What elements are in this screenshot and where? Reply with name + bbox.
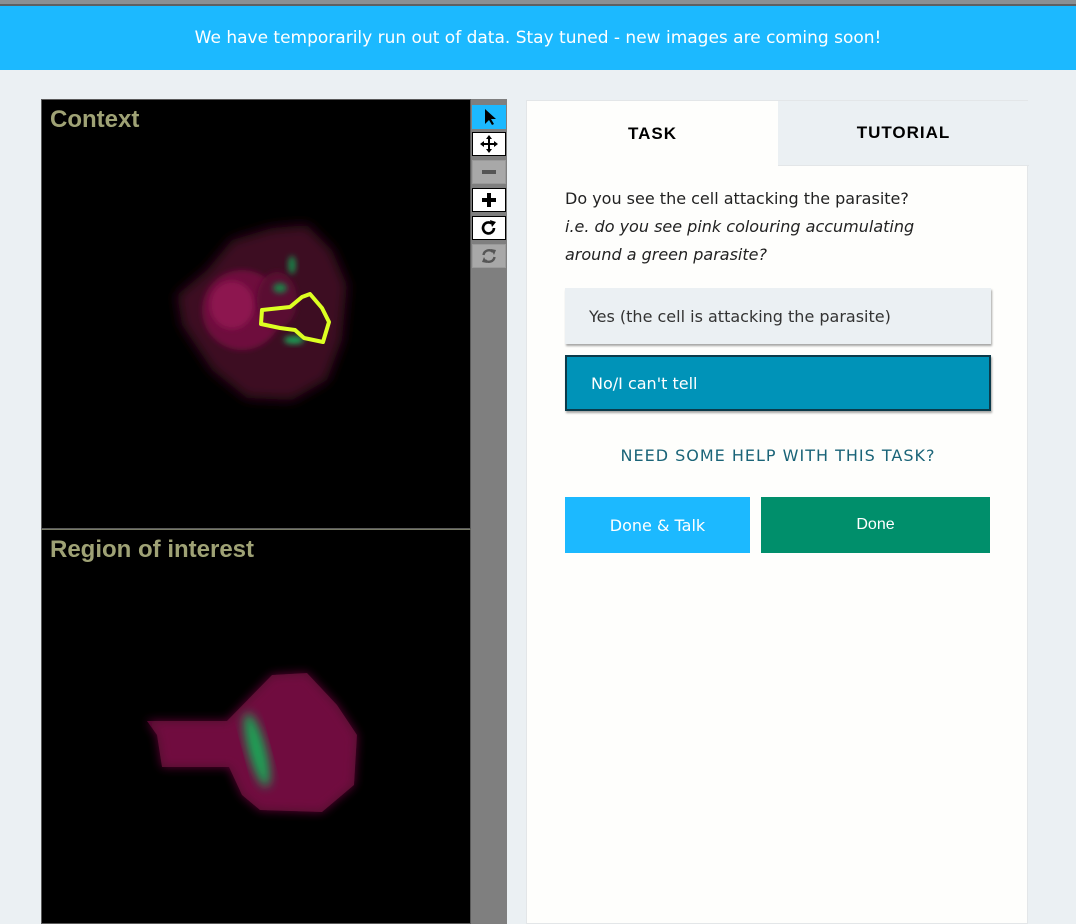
region-of-interest-frame[interactable]: Region of interest — [41, 529, 471, 924]
pointer-tool-button[interactable] — [472, 105, 506, 129]
move-icon — [480, 135, 498, 153]
zoom-in-button[interactable] — [472, 188, 506, 212]
tab-task[interactable]: TASK — [527, 101, 778, 166]
done-button[interactable]: Done — [761, 497, 990, 553]
tab-tutorial[interactable]: TUTORIAL — [778, 101, 1029, 166]
context-frame[interactable]: Context — [41, 99, 471, 529]
task-question: Do you see the cell attacking the parasi… — [565, 185, 985, 269]
region-of-interest-title: Region of interest — [50, 536, 255, 563]
banner-message: We have temporarily run out of data. Sta… — [194, 28, 882, 48]
answer-yes-button[interactable]: Yes (the cell is attacking the parasite) — [565, 288, 991, 344]
context-title: Context — [50, 106, 140, 133]
zoom-in-icon — [482, 193, 496, 207]
question-text: Do you see the cell attacking the parasi… — [565, 189, 909, 208]
reset-button[interactable] — [472, 244, 506, 268]
zoom-out-icon — [482, 170, 496, 174]
question-hint-line-1: i.e. do you see pink colouring accumulat… — [565, 217, 915, 236]
zoom-out-button[interactable] — [472, 160, 506, 184]
task-tabs: TASK TUTORIAL — [527, 101, 1029, 166]
task-panel: TASK TUTORIAL Do you see the cell attack… — [526, 100, 1029, 924]
rotate-button[interactable] — [472, 216, 506, 240]
help-link[interactable]: NEED SOME HELP WITH THIS TASK? — [527, 446, 1029, 465]
answer-no-label: No/I can't tell — [591, 373, 698, 393]
reset-icon — [482, 249, 496, 263]
pointer-icon — [485, 109, 496, 125]
question-hint-line-2: around a green parasite? — [565, 245, 767, 264]
done-and-talk-button[interactable]: Done & Talk — [565, 497, 750, 553]
answer-no-button[interactable]: No/I can't tell — [565, 355, 991, 411]
region-of-interest-image — [147, 673, 357, 812]
viewer-toolbar — [471, 99, 507, 924]
answer-yes-label: Yes (the cell is attacking the parasite) — [589, 306, 891, 326]
out-of-data-banner: We have temporarily run out of data. Sta… — [0, 6, 1076, 70]
image-viewer[interactable]: Context Region of interest — [41, 99, 507, 924]
context-image — [177, 225, 347, 400]
rotate-icon — [481, 220, 496, 235]
move-tool-button[interactable] — [472, 132, 506, 156]
